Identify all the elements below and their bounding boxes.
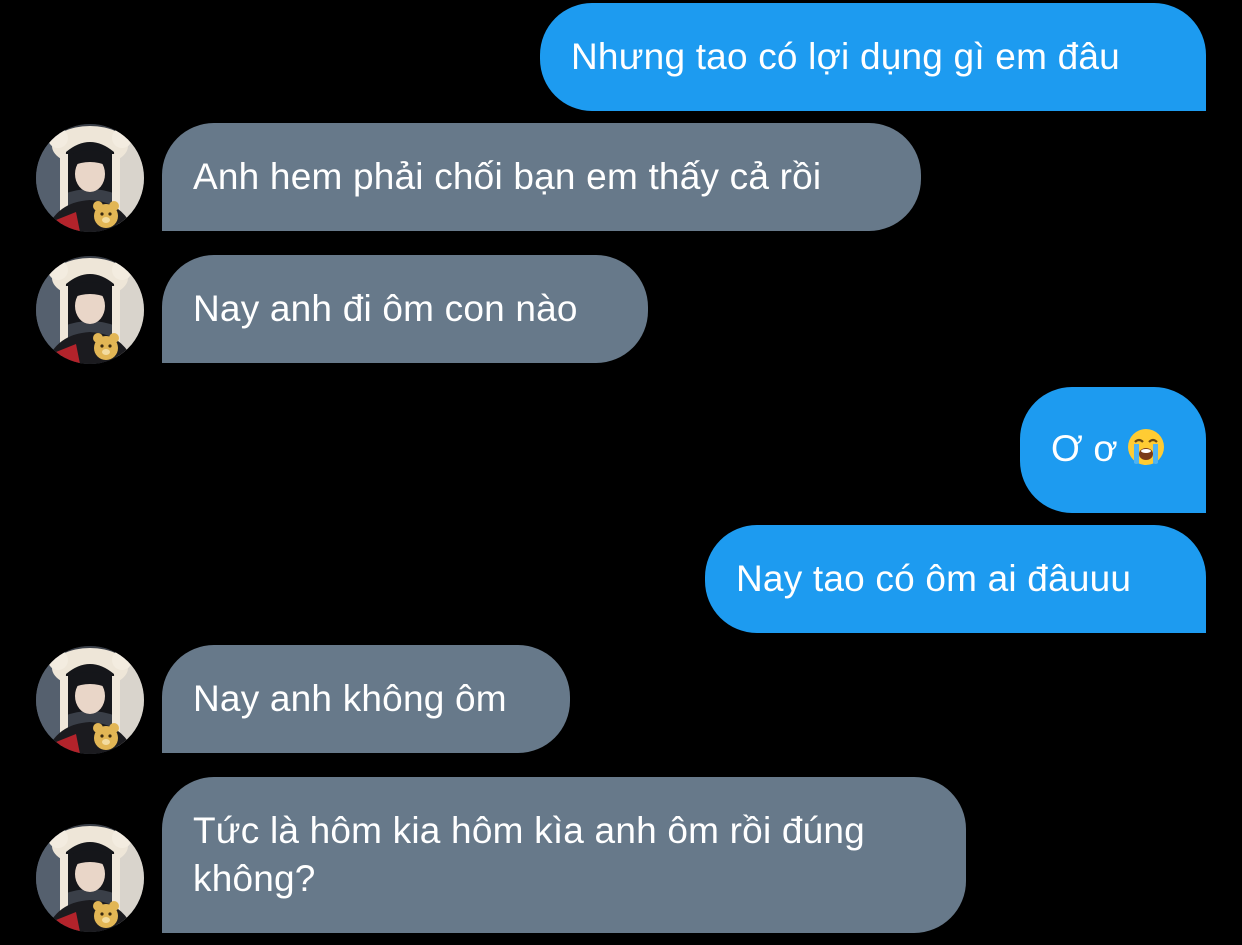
message-thread: Nhưng tao có lợi dụng gì em đâu Anh hem … (0, 0, 1242, 945)
incoming-message[interactable]: Anh hem phải chối bạn em thấy cả rồi (162, 123, 921, 231)
incoming-message[interactable]: Tức là hôm kia hôm kìa anh ôm rồi đúng k… (162, 777, 966, 933)
message-text: Nay anh không ôm (193, 678, 507, 719)
message-text: Nay tao có ôm ai đâuuu (736, 558, 1132, 599)
outgoing-message[interactable]: Ơ ơ (1020, 387, 1206, 513)
message-text: Anh hem phải chối bạn em thấy cả rồi (193, 156, 822, 197)
avatar[interactable] (36, 256, 144, 364)
message-text: Tức là hôm kia hôm kìa anh ôm rồi đúng k… (193, 810, 865, 899)
avatar[interactable] (36, 646, 144, 754)
message-text: Ơ ơ (1051, 428, 1118, 469)
message-text: Nhưng tao có lợi dụng gì em đâu (571, 36, 1120, 77)
outgoing-message[interactable]: Nay tao có ôm ai đâuuu (705, 525, 1206, 633)
incoming-message[interactable]: Nay anh không ôm (162, 645, 570, 753)
avatar[interactable] (36, 824, 144, 932)
outgoing-message[interactable]: Nhưng tao có lợi dụng gì em đâu (540, 3, 1206, 111)
loudly-crying-face-icon (1126, 427, 1166, 479)
avatar[interactable] (36, 124, 144, 232)
message-text: Nay anh đi ôm con nào (193, 288, 578, 329)
incoming-message[interactable]: Nay anh đi ôm con nào (162, 255, 648, 363)
